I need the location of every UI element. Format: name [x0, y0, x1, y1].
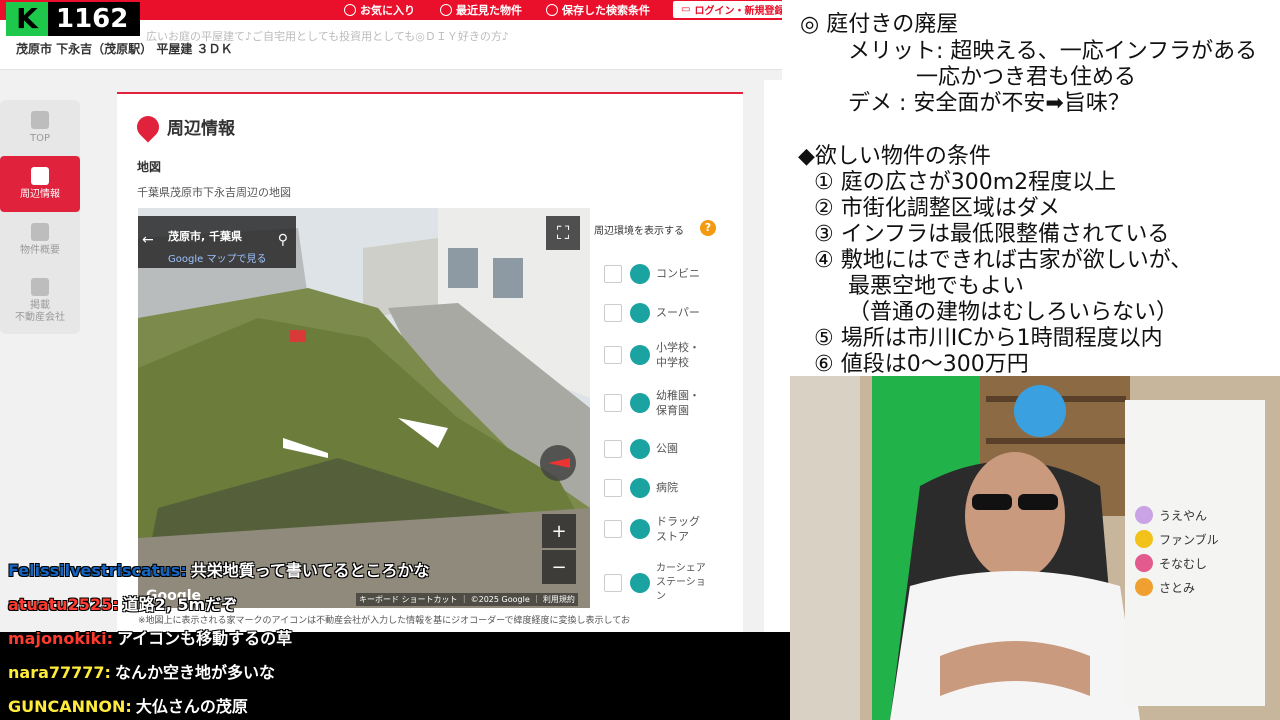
env-header: 周辺環境を表示する: [594, 226, 684, 237]
webcam-feed: うえやん ファンブル そなむし さとみ: [790, 376, 1280, 720]
fullscreen-icon: ⛶: [556, 222, 570, 244]
checkbox[interactable]: [604, 479, 622, 497]
chat-username: Felissilvestriscatus:: [8, 561, 187, 580]
section-heading: 周辺情報: [132, 110, 235, 143]
chat-username: majonokiki:: [8, 629, 113, 648]
env-item-park[interactable]: 公園: [604, 439, 720, 459]
map-icon: [31, 167, 49, 185]
note-line: デメ : 安全面が不安➡旨味？: [848, 91, 1130, 116]
checkbox[interactable]: [604, 304, 622, 322]
car-share-icon: [630, 573, 650, 593]
chat-text: 共栄地質って書いてるところかな: [190, 561, 430, 580]
side-navigation: TOP 周辺情報 物件概要 掲載 不動産会社: [0, 100, 80, 334]
env-item-kindergarten[interactable]: 幼稚園・保育園: [604, 388, 720, 419]
chat-message: Felissilvestriscatus: 共栄地質って書いてるところかな: [8, 557, 429, 581]
chat-message: atuatu2525: 道路2, 5mだぞ: [8, 591, 237, 615]
chat-message: majonokiki: アイコンも移動するの草: [8, 625, 292, 649]
chat-text: 道路2, 5mだぞ: [122, 595, 238, 614]
checkbox[interactable]: [604, 265, 622, 283]
board-name: そなむし: [1135, 554, 1207, 572]
checkbox[interactable]: [604, 440, 622, 458]
checkbox[interactable]: [604, 574, 622, 592]
chat-username: nara77777:: [8, 663, 111, 682]
right-column-edge: [764, 80, 782, 632]
document-icon: [31, 223, 49, 241]
favorites-link[interactable]: お気に入り: [344, 2, 415, 18]
street-view-panel[interactable]: ← 茂原市, 千葉県 Google マップで見る ⚲ ⛶ + − Google …: [138, 208, 590, 608]
map-caption: 千葉県茂原市下永吉周辺の地図: [137, 186, 291, 199]
environment-panel: 周辺環境を表示する ? コンビニ スーパー 小学校・中学校 幼稚園・保育園 公園…: [590, 208, 722, 608]
chat-username: GUNCANNON:: [8, 697, 132, 716]
chat-username: atuatu2525:: [8, 595, 119, 614]
map-pin-icon: [132, 110, 164, 143]
chat-message: GUNCANNON: 大仏さんの茂原: [8, 693, 248, 717]
hospital-icon: [630, 478, 650, 498]
sidebar-item-top[interactable]: TOP: [0, 100, 80, 156]
history-icon: [440, 4, 452, 16]
location-pin-icon: ⚲: [277, 232, 288, 248]
checkbox[interactable]: [604, 520, 622, 539]
history-link[interactable]: 最近見た物件: [440, 2, 522, 18]
sidebar-item-surroundings[interactable]: 周辺情報: [0, 156, 80, 212]
street-view-footer[interactable]: キーボード ショートカット ｜ ©2025 Google ｜ 利用規約: [356, 593, 578, 606]
checkbox[interactable]: [604, 346, 622, 365]
park-icon: [630, 439, 650, 459]
avatar-icon: [1135, 506, 1153, 524]
heart-icon: [344, 4, 356, 16]
sidebar-item-overview[interactable]: 物件概要: [0, 212, 80, 268]
property-title: 茂原市 下永吉（茂原駅） 平屋建 ３ＤＫ: [16, 42, 233, 56]
browser-window: お気に入り 最近見た物件 保存した検索条件 ▭ ログイン・新規登録 広いお庭の平屋…: [0, 0, 782, 632]
zoom-out-button[interactable]: −: [542, 550, 576, 584]
avatar-icon: [1135, 530, 1153, 548]
board-name: うえやん: [1135, 506, 1207, 524]
saved-search-link[interactable]: 保存した検索条件: [546, 2, 650, 18]
convenience-store-icon: [630, 264, 650, 284]
board-name: ファンブル: [1135, 530, 1219, 548]
street-view-scene: [138, 208, 590, 608]
building-icon: [31, 278, 49, 296]
env-item-school[interactable]: 小学校・中学校: [604, 340, 720, 371]
sidebar-item-agency[interactable]: 掲載 不動産会社: [0, 268, 80, 334]
arrow-up-icon: [31, 111, 49, 129]
checkbox[interactable]: [604, 394, 622, 413]
avatar-icon: [1135, 578, 1153, 596]
env-item-convenience[interactable]: コンビニ: [604, 264, 720, 284]
env-item-hospital[interactable]: 病院: [604, 478, 720, 498]
env-item-carshare[interactable]: カーシェアステーション: [604, 562, 720, 604]
fullscreen-button[interactable]: ⛶: [546, 216, 580, 250]
help-icon[interactable]: ?: [700, 220, 716, 236]
stream-screen: { "viewer": {"logo": "K", "count": "1162…: [0, 0, 1280, 720]
env-item-drugstore[interactable]: ドラッグストア: [604, 514, 720, 545]
map-label: 地図: [137, 160, 162, 174]
saved-search-icon: [546, 4, 558, 16]
zoom-in-button[interactable]: +: [542, 514, 576, 548]
chat-message: nara77777: なんか空き地が多いな: [8, 659, 275, 683]
note-line: ⑥ 値段は0～300万円: [814, 352, 1029, 377]
school-icon: [630, 345, 650, 366]
chat-text: 大仏さんの茂原: [135, 697, 248, 716]
viewer-counter: K 1162: [6, 2, 141, 36]
whiteboard: うえやん ファンブル そなむし さとみ: [1125, 400, 1265, 706]
board-name: さとみ: [1135, 578, 1195, 596]
google-maps-link[interactable]: Google マップで見る: [168, 250, 266, 265]
viewer-count: 1162: [48, 2, 141, 36]
chat-text: なんか空き地が多いな: [114, 663, 275, 682]
kindergarten-icon: [630, 393, 650, 414]
street-view-info-box: ← 茂原市, 千葉県 Google マップで見る ⚲: [138, 216, 296, 268]
platform-logo: K: [6, 2, 48, 36]
notes-panel: ◎ 庭付きの廃屋 メリット: 超映える、一応インフラがある 一応かつき君も住める…: [790, 0, 1280, 377]
sv-place-name: 茂原市, 千葉県: [168, 230, 243, 243]
back-arrow-icon[interactable]: ←: [142, 232, 154, 248]
cart-icon: [630, 303, 650, 323]
env-item-supermarket[interactable]: スーパー: [604, 303, 720, 323]
avatar-icon: [1135, 554, 1153, 572]
chat-text: アイコンも移動するの草: [116, 629, 293, 648]
drugstore-icon: [630, 519, 650, 540]
user-icon: ▭: [681, 4, 691, 15]
login-button[interactable]: ▭ ログイン・新規登録: [672, 0, 782, 19]
